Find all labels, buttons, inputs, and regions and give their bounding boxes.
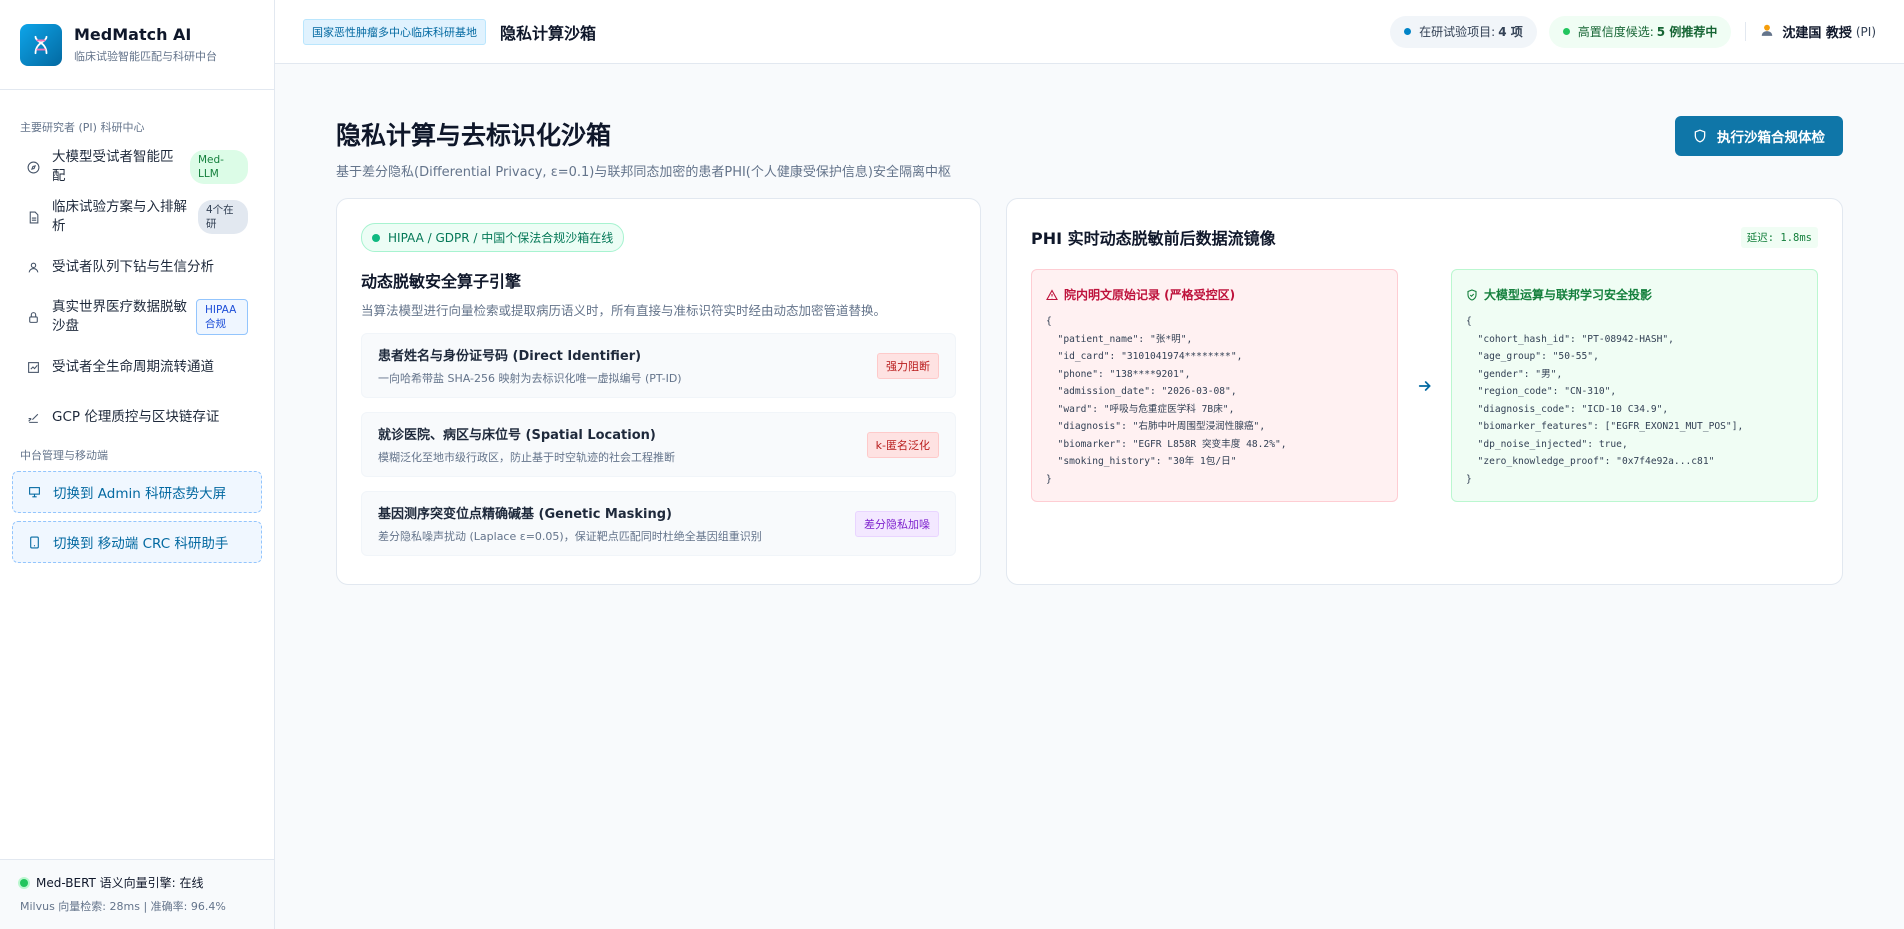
warning-icon bbox=[1046, 288, 1058, 301]
tablet-icon bbox=[27, 535, 41, 549]
dna-logo-icon bbox=[20, 23, 62, 66]
safe-projection-pane: 大模型运算与联邦学习安全投影 { "cohort_hash_id": "PT-0… bbox=[1451, 269, 1818, 502]
brand: MedMatch AI 临床试验智能匹配与科研中台 bbox=[0, 0, 274, 90]
engine-metrics: Milvus 向量检索: 28ms | 准确率: 96.4% bbox=[20, 900, 226, 913]
safe-projection-json: { "cohort_hash_id": "PT-08942-HASH", "ag… bbox=[1466, 316, 1744, 485]
switch-admin-dashboard-button[interactable]: 切换到 Admin 科研态势大屏 bbox=[12, 471, 262, 513]
sidebar-item-cohort[interactable]: 受试者队列下钻与生信分析 bbox=[0, 247, 274, 287]
signature-icon bbox=[26, 410, 40, 424]
user-role: (PI) bbox=[1855, 24, 1876, 39]
presentation-icon bbox=[27, 485, 41, 499]
engine-card-description: 当算法模型进行向量检索或提取病历语义时，所有直接与准标识符实时经由动态加密管道替… bbox=[361, 303, 887, 318]
candidates-pill: 高置信度候选: 5 例推荐中 bbox=[1548, 15, 1732, 48]
rule-title: 患者姓名与身份证号码 (Direct Identifier) bbox=[378, 349, 642, 364]
sidebar-item-label: 受试者队列下钻与生信分析 bbox=[52, 258, 214, 275]
sidebar: MedMatch AI 临床试验智能匹配与科研中台 主要研究者 (PI) 科研中… bbox=[0, 0, 275, 929]
page-title: 隐私计算与去标识化沙箱 bbox=[336, 121, 612, 150]
shield-icon bbox=[1693, 129, 1707, 143]
sidebar-badge: Med-LLM bbox=[190, 150, 248, 184]
latency-badge: 延迟: 1.8ms bbox=[1740, 226, 1818, 248]
sidebar-item-label: 真实世界医疗数据脱敏沙盘 bbox=[52, 299, 187, 334]
run-compliance-check-button[interactable]: 执行沙箱合规体检 bbox=[1675, 116, 1843, 156]
nav-section-pi: 主要研究者 (PI) 科研中心 bbox=[20, 121, 145, 134]
rule-tag: 强力阻断 bbox=[877, 352, 939, 379]
header-title: 隐私计算沙箱 bbox=[500, 23, 597, 43]
top-header: 国家恶性肿瘤多中心临床科研基地 隐私计算沙箱 在研试验项目: 4 项 高置信度候… bbox=[275, 0, 1904, 64]
online-indicator bbox=[20, 878, 28, 887]
raw-record-json: { "patient_name": "张*明", "id_card": "310… bbox=[1046, 316, 1287, 485]
sidebar-badge: HIPAA合规 bbox=[196, 299, 248, 335]
rule-title: 就诊医院、病区与床位号 (Spatial Location) bbox=[378, 428, 656, 443]
rule-title: 基因测序突变位点精确碱基 (Genetic Masking) bbox=[378, 507, 672, 522]
sidebar-item-protocol[interactable]: 临床试验方案与入排解析 4个在研 bbox=[0, 197, 274, 237]
raw-record-pane: 院内明文原始记录 (严格受控区) { "patient_name": "张*明"… bbox=[1031, 269, 1398, 502]
brand-name: MedMatch AI bbox=[74, 25, 192, 44]
rule-description: 模糊泛化至地市级行政区，防止基于时空轨迹的社会工程推断 bbox=[378, 451, 675, 464]
sidebar-item-lifecycle[interactable]: 受试者全生命周期流转通道 bbox=[0, 347, 274, 387]
switch-mobile-crc-button[interactable]: 切换到 移动端 CRC 科研助手 bbox=[12, 521, 262, 563]
sidebar-item-label: 大模型受试者智能匹配 bbox=[52, 149, 174, 184]
online-indicator bbox=[372, 233, 380, 242]
institution-tag: 国家恶性肿瘤多中心临床科研基地 bbox=[303, 18, 486, 45]
masking-rule: 基因测序突变位点精确碱基 (Genetic Masking) 差分隐私噪声扰动 … bbox=[361, 491, 956, 556]
masking-engine-card: HIPAA / GDPR / 中国个保法合规沙箱在线 动态脱敏安全算子引擎 当算… bbox=[336, 198, 981, 585]
brand-subtitle: 临床试验智能匹配与科研中台 bbox=[74, 50, 217, 63]
compliance-badge: HIPAA / GDPR / 中国个保法合规沙箱在线 bbox=[361, 223, 625, 252]
lock-icon bbox=[26, 310, 40, 324]
mirror-card-title: PHI 实时动态脱敏前后数据流镜像 bbox=[1031, 229, 1276, 248]
projects-label: 在研试验项目: bbox=[1419, 25, 1496, 39]
main-content: 隐私计算与去标识化沙箱 基于差分隐私(Differential Privacy,… bbox=[275, 64, 1904, 929]
chart-icon bbox=[26, 360, 40, 374]
sidebar-item-sandbox[interactable]: 真实世界医疗数据脱敏沙盘 HIPAA合规 bbox=[0, 297, 274, 337]
status-dot bbox=[1562, 28, 1570, 35]
arrow-right-icon bbox=[1398, 378, 1451, 394]
engine-status: Med-BERT 语义向量引擎: 在线 Milvus 向量检索: 28ms | … bbox=[0, 859, 274, 929]
sidebar-item-label: GCP 伦理质控与区块链存证 bbox=[52, 408, 220, 425]
shield-check-icon bbox=[1466, 288, 1478, 301]
avatar-icon bbox=[1760, 23, 1774, 41]
user-name: 沈建国 教授 bbox=[1782, 26, 1852, 41]
safe-projection-title: 大模型运算与联邦学习安全投影 bbox=[1484, 288, 1653, 302]
document-icon bbox=[26, 210, 40, 224]
sidebar-item-label: 临床试验方案与入排解析 bbox=[52, 199, 187, 234]
nav-section-admin: 中台管理与移动端 bbox=[20, 449, 108, 462]
rule-tag: k-匿名泛化 bbox=[866, 431, 939, 458]
candidates-value: 5 例推荐中 bbox=[1656, 25, 1718, 39]
compass-icon bbox=[26, 160, 40, 174]
user-icon bbox=[26, 260, 40, 274]
masking-rule: 就诊医院、病区与床位号 (Spatial Location) 模糊泛化至地市级行… bbox=[361, 412, 956, 477]
masking-rule: 患者姓名与身份证号码 (Direct Identifier) 一向哈希带盐 SH… bbox=[361, 333, 956, 398]
rule-description: 一向哈希带盐 SHA-256 映射为去标识化唯一虚拟编号 (PT-ID) bbox=[378, 372, 682, 385]
sidebar-item-llm-matching[interactable]: 大模型受试者智能匹配 Med-LLM bbox=[0, 147, 274, 187]
rule-tag: 差分隐私加噪 bbox=[855, 510, 939, 537]
raw-record-title: 院内明文原始记录 (严格受控区) bbox=[1064, 288, 1236, 302]
sidebar-item-label: 受试者全生命周期流转通道 bbox=[52, 358, 214, 375]
compliance-badge-label: HIPAA / GDPR / 中国个保法合规沙箱在线 bbox=[388, 231, 614, 245]
sidebar-item-gcp[interactable]: GCP 伦理质控与区块链存证 bbox=[0, 397, 274, 437]
phi-mirror-card: PHI 实时动态脱敏前后数据流镜像 延迟: 1.8ms 院内明文原始记录 (严格… bbox=[1006, 198, 1843, 585]
status-dot bbox=[1404, 28, 1412, 35]
page-subtitle: 基于差分隐私(Differential Privacy, ε=0.1)与联邦同态… bbox=[336, 165, 951, 180]
projects-pill: 在研试验项目: 4 项 bbox=[1390, 15, 1537, 48]
rule-description: 差分隐私噪声扰动 (Laplace ε=0.05)，保证靶点匹配同时杜绝全基因组… bbox=[378, 530, 762, 543]
engine-card-title: 动态脱敏安全算子引擎 bbox=[361, 272, 522, 291]
engine-status-text: Med-BERT 语义向量引擎: 在线 bbox=[36, 876, 204, 890]
user-menu[interactable]: 沈建国 教授 (PI) bbox=[1745, 22, 1876, 41]
projects-value: 4 项 bbox=[1498, 25, 1523, 39]
run-compliance-check-label: 执行沙箱合规体检 bbox=[1717, 130, 1825, 146]
sidebar-badge: 4个在研 bbox=[198, 200, 248, 234]
switch-admin-label: 切换到 Admin 科研态势大屏 bbox=[53, 486, 227, 502]
candidates-label: 高置信度候选: bbox=[1577, 25, 1654, 39]
switch-mobile-label: 切换到 移动端 CRC 科研助手 bbox=[53, 536, 229, 552]
